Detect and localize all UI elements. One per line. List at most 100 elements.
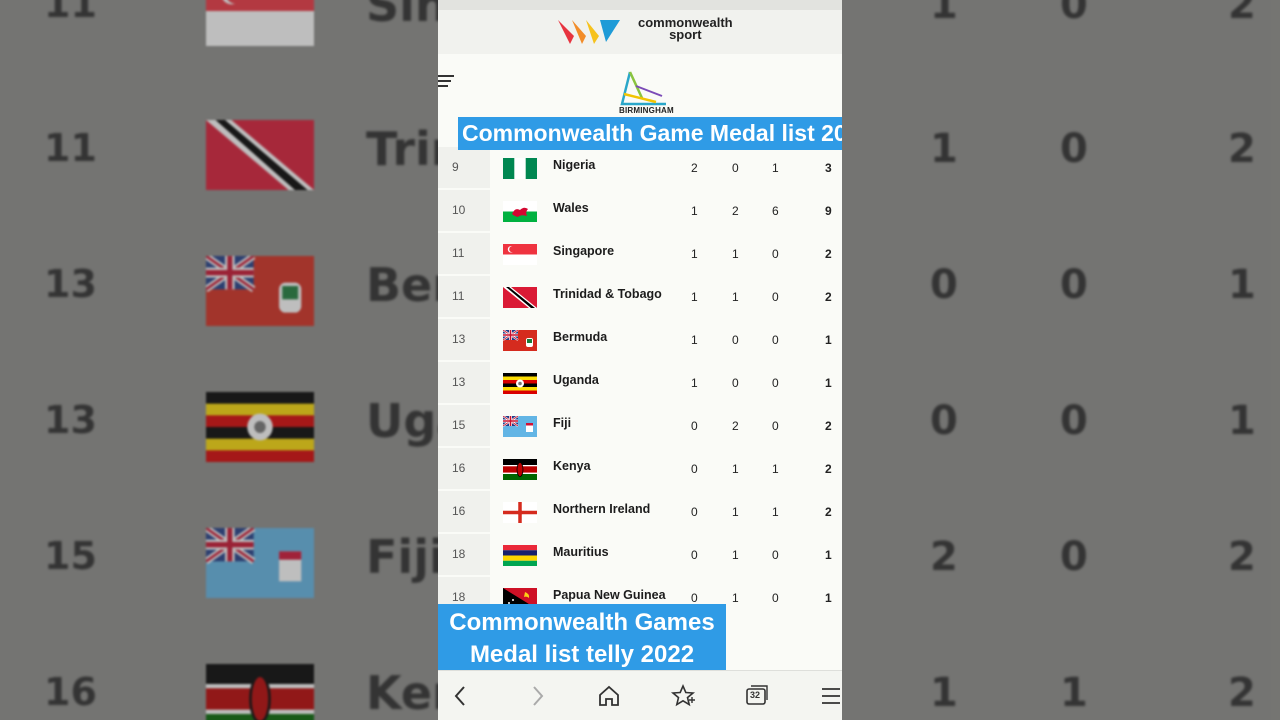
country-name: Papua New Guinea [553,588,666,602]
bronze-count: 0 [772,591,779,605]
silver-count: 1 [732,290,739,304]
bronze-count: 0 [772,548,779,562]
nigeria-flag-icon [503,158,537,179]
total-count: 2 [825,247,832,261]
gold-count: 0 [691,462,698,476]
phone-screen: commonwealth sport BIRMINGHAM 9 Nigeria … [438,0,842,720]
hamburger-menu-icon[interactable] [438,74,456,88]
country-name: Fiji [553,416,572,430]
total-count: 2 [825,290,832,304]
commonwealth-sport-logo[interactable]: commonwealth sport [556,16,756,54]
table-row[interactable]: 13 Uganda 1 0 0 1 [438,361,842,404]
bronze-count: 0 [772,290,779,304]
country-name: Singapore [553,244,615,258]
country-name: Wales [553,201,589,215]
bermuda-flag-icon [503,330,537,351]
table-row[interactable]: 10 Wales 1 2 6 9 [438,189,842,232]
bronze-count: 0 [772,333,779,347]
bookmark-button[interactable] [670,683,696,709]
gold-count: 1 [691,333,698,347]
nireland-flag-icon [503,502,537,523]
total-count: 2 [825,419,832,433]
kenya-flag-icon [503,459,537,480]
country-name: Uganda [553,373,599,387]
bronze-count: 0 [772,247,779,261]
back-button[interactable] [448,683,474,709]
mauritius-flag-icon [503,545,537,566]
brand-wordmark: commonwealth sport [638,16,733,42]
rank: 9 [452,160,459,174]
caption-line2: Medal list telly 2022 [469,641,695,668]
caption-line1: Commonwealth Games [449,609,715,636]
silver-count: 2 [732,419,739,433]
tab-count: 32 [750,690,761,700]
gold-count: 0 [691,548,698,562]
uganda-flag-icon [503,373,537,394]
bronze-count: 0 [772,376,779,390]
total-count: 1 [825,333,832,347]
bronze-count: 1 [772,505,779,519]
total-count: 3 [825,161,832,175]
table-row[interactable]: 15 Fiji 0 2 0 2 [438,404,842,447]
rank: 11 [452,246,465,260]
table-row[interactable]: 16 Kenya 0 1 1 2 [438,447,842,490]
country-name: Nigeria [553,158,596,172]
gold-count: 1 [691,204,698,218]
total-count: 2 [825,505,832,519]
silver-count: 2 [732,204,739,218]
silver-count: 0 [732,333,739,347]
rank-cell [438,147,490,188]
silver-count: 1 [732,247,739,261]
host-city-label: BIRMINGHAM [619,106,674,115]
country-name: Mauritius [553,545,609,559]
total-count: 2 [825,462,832,476]
bronze-count: 6 [772,204,779,218]
bronze-count: 0 [772,419,779,433]
rank: 16 [452,461,466,475]
rank: 11 [452,289,465,303]
forward-icon [533,686,544,706]
background-zoom-right: 102102001001202112 [842,0,1280,720]
rank: 13 [452,332,466,346]
country-name: Kenya [553,459,591,473]
cws-chevrons-icon [558,20,620,44]
caption-banner: Commonwealth Games Medal list telly 2022 [438,604,726,672]
home-icon [599,685,619,706]
total-count: 9 [825,204,832,218]
table-row[interactable]: 18 Mauritius 0 1 0 1 [438,533,842,576]
gold-count: 0 [691,419,698,433]
menu-button[interactable] [818,683,842,709]
table-row[interactable]: 9 Nigeria 2 0 1 3 [438,146,842,189]
silver-count: 0 [732,161,739,175]
home-button[interactable] [596,683,622,709]
silver-count: 1 [732,462,739,476]
fiji-flag-icon [503,416,537,437]
rank: 16 [452,504,466,518]
table-row[interactable]: 13 Bermuda 1 0 0 1 [438,318,842,361]
gold-count: 0 [691,505,698,519]
wales-flag-icon [503,201,537,222]
title-banner: Commonwealth Game Medal list 2022 [458,117,842,150]
table-row[interactable]: 11 Trinidad & Tobago 1 1 0 2 [438,275,842,318]
browser-navbar: 32 [438,670,842,720]
forward-button[interactable] [524,683,550,709]
trinidad-flag-icon [503,287,537,308]
total-count: 1 [825,376,832,390]
table-row[interactable]: 11 Singapore 1 1 0 2 [438,232,842,275]
silver-count: 1 [732,591,739,605]
rank: 18 [452,590,466,604]
site-header: commonwealth sport [438,0,842,54]
brand-line2: sport [669,27,702,42]
bookmark-star-icon [670,683,696,707]
rank: 13 [452,375,466,389]
bg-shade [842,0,1280,720]
tabs-button[interactable]: 32 [744,683,770,709]
gold-count: 1 [691,290,698,304]
gold-count: 1 [691,247,698,261]
gold-count: 2 [691,161,698,175]
table-row[interactable]: 16 Northern Ireland 0 1 1 2 [438,490,842,533]
silver-count: 1 [732,505,739,519]
background-zoom-left: 11Sing11Trini13Berr13Uga15Fiji16Keny [0,0,438,720]
bronze-count: 1 [772,161,779,175]
rank: 18 [452,547,466,561]
